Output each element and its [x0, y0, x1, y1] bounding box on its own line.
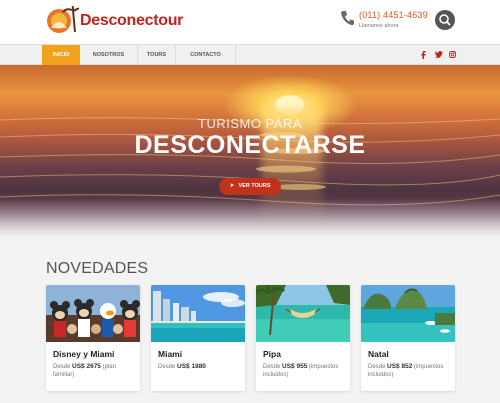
tour-card-pipa[interactable]: Pipa Desde US$ 955 (impuestos incluidos)	[256, 285, 350, 391]
facebook-icon[interactable]	[421, 51, 426, 62]
paper-plane-icon: ➤	[229, 183, 235, 189]
logo-sun-icon	[47, 3, 84, 33]
tour-image-natal	[361, 285, 455, 342]
ver-tours-label: VER TOURS	[238, 183, 271, 189]
hero-kicker: TURISMO PARA	[198, 116, 302, 131]
site-header: Desconectour (011) 4451-4639 Llamanos ah…	[0, 0, 500, 44]
tour-price-text: Desde US$ 2675 (plan familiar)	[53, 363, 116, 378]
nav-item-contacto[interactable]: CONTACTO	[176, 45, 236, 65]
twitter-icon[interactable]	[435, 51, 443, 61]
section-title-novedades: NOVEDADES	[46, 260, 149, 277]
tour-card-natal[interactable]: Natal Desde US$ 852 (impuestos incluidos…	[361, 285, 455, 391]
search-icon	[439, 14, 451, 26]
tour-image-miami	[151, 285, 245, 342]
tour-image-disney	[46, 285, 140, 342]
logo-text: Desconectour	[80, 12, 184, 29]
phone-subtext: Llamanos ahora	[359, 23, 399, 29]
instagram-icon[interactable]	[449, 51, 456, 61]
nav-item-inicio[interactable]: INICIO	[42, 45, 80, 65]
tour-image-pipa	[256, 285, 350, 342]
tour-title: Miami	[158, 349, 183, 359]
tour-card-miami[interactable]: Miami Desde US$ 1880	[151, 285, 245, 391]
search-button[interactable]	[435, 10, 455, 30]
phone-icon	[341, 11, 354, 26]
tour-price-text: Desde US$ 1880	[158, 363, 206, 370]
nav-item-nosotros[interactable]: NOSOTROS	[80, 45, 138, 65]
main-nav: INICIO NOSOTROS TOURS CONTACTO	[0, 44, 500, 65]
tour-title: Natal	[368, 349, 389, 359]
hero-banner: TURISMO PARA DESCONECTARSE ➤ VER TOURS	[0, 65, 500, 245]
tour-price-text: Desde US$ 852 (impuestos incluidos)	[368, 363, 444, 378]
ver-tours-button[interactable]: ➤ VER TOURS	[219, 178, 281, 195]
tour-card-disney-miami[interactable]: Disney y Miami Desde US$ 2675 (plan fami…	[46, 285, 140, 391]
nav-item-tours[interactable]: TOURS	[138, 45, 176, 65]
tour-title: Pipa	[263, 349, 281, 359]
phone-number[interactable]: (011) 4451-4639	[359, 10, 428, 20]
hero-title: DESCONECTARSE	[134, 131, 366, 159]
logo[interactable]: Desconectour	[45, 3, 183, 36]
hero-fade	[0, 199, 500, 245]
tour-price-text: Desde US$ 955 (impuestos incluidos)	[263, 363, 339, 378]
tour-title: Disney y Miami	[53, 349, 115, 359]
